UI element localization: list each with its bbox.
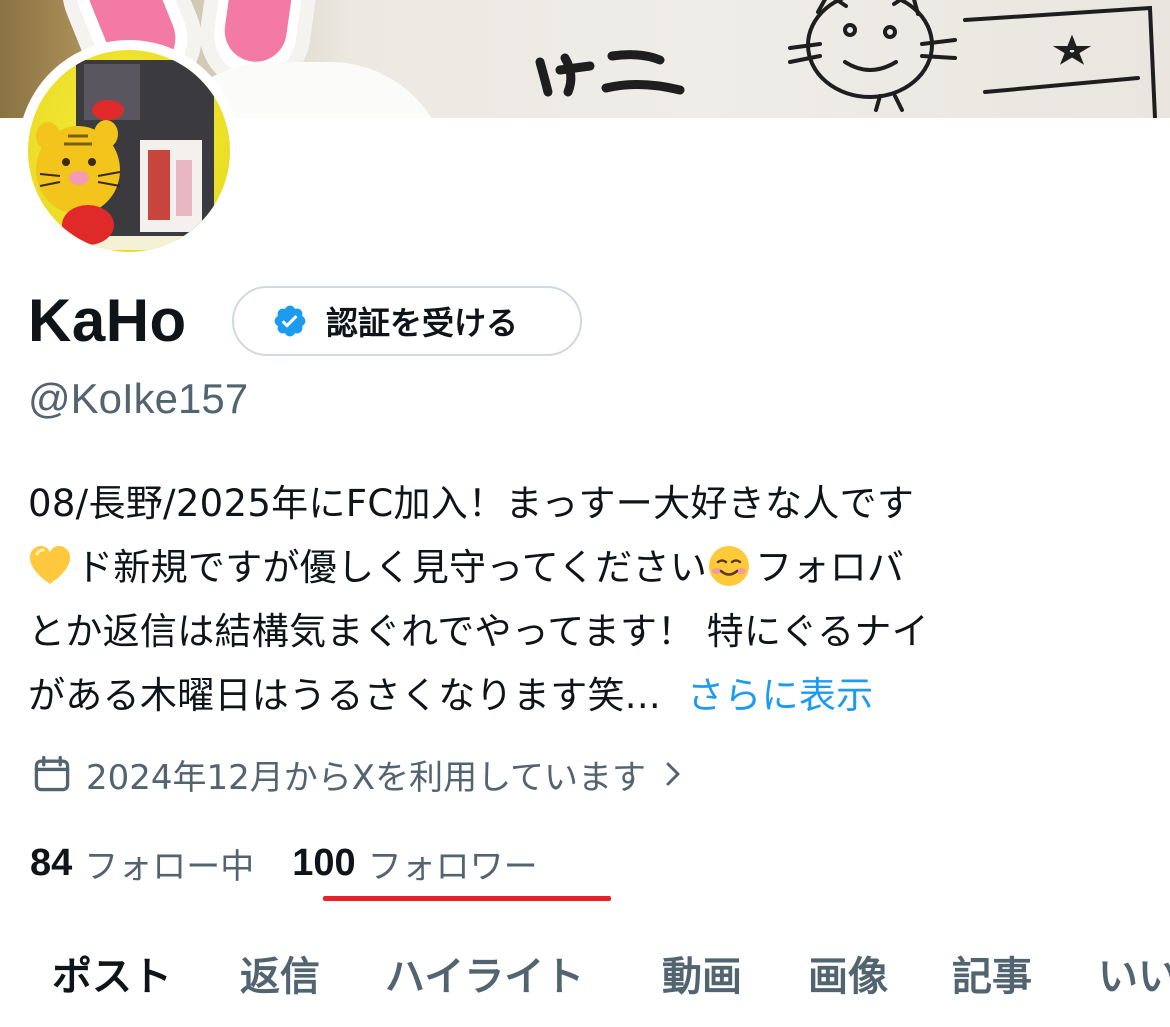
tab-highlights[interactable]: ハイライト [385,940,584,1020]
bio-line-2: ド新規ですが優しく見守ってください フォロバ [28,536,1163,600]
profile-tabs: ポスト 返信 ハイライト 動画 画像 記事 いい [0,940,1170,1020]
show-more-link[interactable]: さらに表示 [687,674,874,717]
tab-videos[interactable]: 動画 [662,940,742,1020]
get-verified-label: 認証を受ける [326,304,519,342]
get-verified-button[interactable]: 認証を受ける [232,286,582,356]
bio-line-4: がある木曜日はうるさくなります笑... さらに表示 [28,664,1163,728]
tab-articles[interactable]: 記事 [952,940,1032,1020]
tab-images[interactable]: 画像 [808,940,888,1020]
bio-line-2-text: ド新規ですが優しく見守ってください [76,546,708,589]
display-name: KaHo [28,287,187,354]
followers-link[interactable]: 100 フォロワー [292,839,537,888]
followers-label: フォロワー [367,846,538,887]
bio-line-1: 08/長野/2025年にFC加入！まっすー大好きな人です [28,482,915,525]
smiling-face-icon [709,546,750,586]
avatar-image [28,50,230,252]
bio-line-4-text: がある木曜日はうるさくなります笑... [28,674,661,717]
joined-date-text: 2024年12月からXを利用しています [86,757,647,798]
follow-stats: 84 フォロー中 100 フォロワー [30,836,538,890]
tab-replies[interactable]: 返信 [240,940,320,1020]
bio-line-3: とか返信は結構気まぐれでやってます！ 特にぐるナイ [28,610,929,653]
calendar-icon [34,755,70,792]
following-count: 84 [30,841,73,884]
following-link[interactable]: 84 フォロー中 [30,839,254,888]
bio-line-2-tail: フォロバ [755,546,905,589]
profile-avatar[interactable] [18,40,240,262]
following-label: フォロー中 [84,846,255,887]
joined-date-row[interactable]: 2024年12月からXを利用しています [30,750,688,798]
tab-posts[interactable]: ポスト [52,940,172,1020]
yellow-heart-icon [30,546,70,584]
user-handle: @KoIke157 [28,375,249,422]
verified-badge-icon [274,305,306,337]
profile-bio: 08/長野/2025年にFC加入！まっすー大好きな人です ド新規ですが優しく見守… [28,472,1163,728]
followers-count: 100 [292,841,356,884]
tab-likes[interactable]: いい [1098,940,1170,1020]
chevron-right-icon [666,762,680,786]
followers-annotation-underline [323,896,611,901]
